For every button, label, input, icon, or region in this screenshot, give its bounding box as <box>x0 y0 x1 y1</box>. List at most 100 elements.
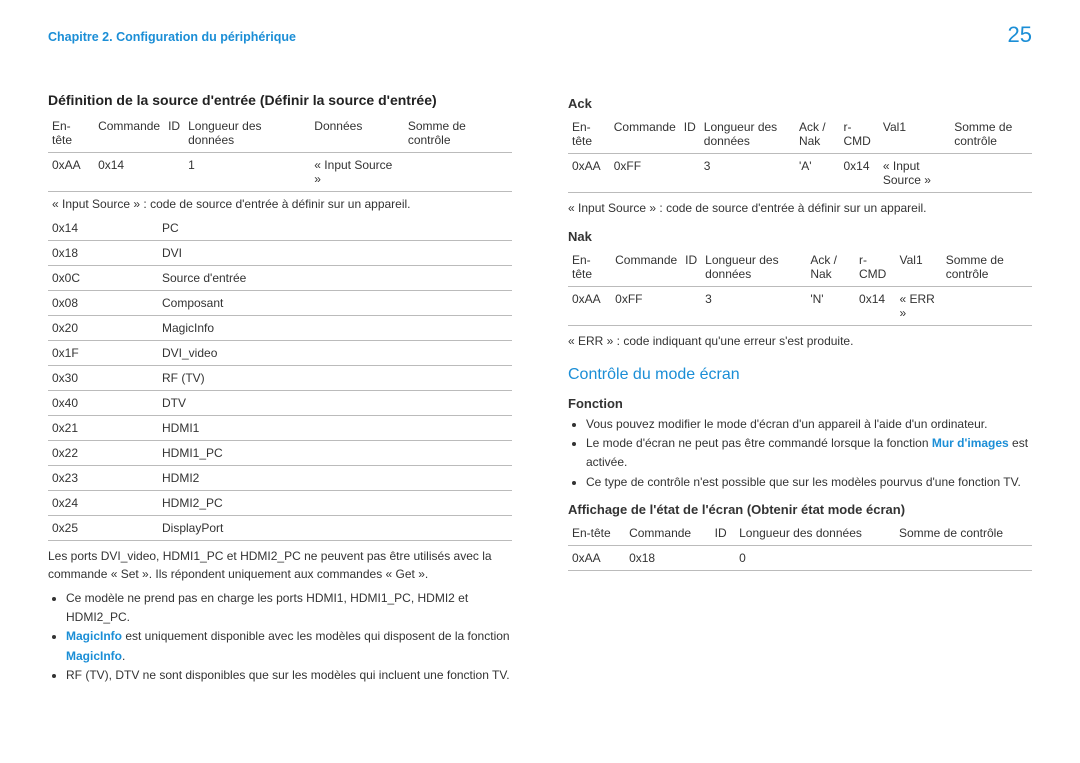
td: ID <box>680 115 700 154</box>
nak-heading: Nak <box>568 229 1032 244</box>
td-label: Composant <box>158 291 512 316</box>
td-code: 0x18 <box>48 241 158 266</box>
td-label: DisplayPort <box>158 516 512 541</box>
td-label: Source d'entrée <box>158 266 512 291</box>
td: 0xFF <box>611 287 681 326</box>
left-column: Définition de la source d'entrée (Défini… <box>48 84 512 689</box>
td <box>942 287 1032 326</box>
td: ID <box>681 248 701 287</box>
td: Commande <box>610 115 680 154</box>
td: 'N' <box>806 287 855 326</box>
td: r-CMD <box>855 248 895 287</box>
td: 1 <box>184 153 310 192</box>
td-code: 0x22 <box>48 441 158 466</box>
td: En-tête <box>568 248 611 287</box>
bullet: Ce type de contrôle n'est possible que s… <box>586 473 1032 492</box>
td-label: HDMI2_PC <box>158 491 512 516</box>
td-label: HDMI2 <box>158 466 512 491</box>
magicinfo-link[interactable]: MagicInfo <box>66 649 122 663</box>
td: Ack / Nak <box>806 248 855 287</box>
bullet: Ce modèle ne prend pas en charge les por… <box>66 589 512 627</box>
left-heading: Définition de la source d'entrée (Défini… <box>48 92 512 108</box>
th-longueur: Longueur des données <box>184 114 310 153</box>
td-label: HDMI1_PC <box>158 441 512 466</box>
th-id: ID <box>164 114 184 153</box>
td-label: HDMI1 <box>158 416 512 441</box>
td: Longueur des données <box>701 248 806 287</box>
td <box>950 154 1032 193</box>
td: Somme de contrôle <box>895 521 1032 546</box>
note-input-source: « Input Source » : code de source d'entr… <box>48 192 512 217</box>
td: 0x14 <box>855 287 895 326</box>
th-somme: Somme de contrôle <box>404 114 512 153</box>
td: 0 <box>735 545 895 570</box>
td: r-CMD <box>840 115 879 154</box>
set-input-table: En-tête Commande ID Longueur des données… <box>48 114 512 216</box>
td: 0xAA <box>568 545 625 570</box>
sources-table: 0x14PC0x18DVI0x0CSource d'entrée0x08Comp… <box>48 216 512 541</box>
bullet: Le mode d'écran ne peut pas être command… <box>586 434 1032 472</box>
bullet: Vous pouvez modifier le mode d'écran d'u… <box>586 415 1032 434</box>
td: « ERR » <box>895 287 941 326</box>
td: 0xAA <box>568 287 611 326</box>
td-code: 0x24 <box>48 491 158 516</box>
td-code: 0x25 <box>48 516 158 541</box>
td: « Input Source » <box>879 154 950 193</box>
td-label: DVI <box>158 241 512 266</box>
td <box>895 545 1032 570</box>
td-code: 0x14 <box>48 216 158 241</box>
td-code: 0x1F <box>48 341 158 366</box>
td: 'A' <box>795 154 840 193</box>
fonction-bullets: Vous pouvez modifier le mode d'écran d'u… <box>568 415 1032 492</box>
nak-table: En-têteCommandeIDLongueur des donnéesAck… <box>568 248 1032 326</box>
bullet: MagicInfo est uniquement disponible avec… <box>66 627 512 665</box>
td-label: DVI_video <box>158 341 512 366</box>
td-code: 0x21 <box>48 416 158 441</box>
td: En-tête <box>568 521 625 546</box>
ack-note: « Input Source » : code de source d'entr… <box>568 199 1032 217</box>
td: 0x18 <box>625 545 711 570</box>
td <box>711 545 735 570</box>
td: ID <box>711 521 735 546</box>
td-code: 0x0C <box>48 266 158 291</box>
td: 0x14 <box>94 153 164 192</box>
td <box>164 153 184 192</box>
td <box>680 154 700 193</box>
td-code: 0x30 <box>48 366 158 391</box>
td: Longueur des données <box>735 521 895 546</box>
td: 0x14 <box>840 154 879 193</box>
td: 3 <box>701 287 806 326</box>
td: « Input Source » <box>310 153 404 192</box>
td-label: MagicInfo <box>158 316 512 341</box>
magicinfo-link[interactable]: MagicInfo <box>66 629 122 643</box>
td: Ack / Nak <box>795 115 840 154</box>
left-bullets: Ce modèle ne prend pas en charge les por… <box>48 589 512 685</box>
td: Val1 <box>895 248 941 287</box>
td-label: DTV <box>158 391 512 416</box>
page-number: 25 <box>1008 22 1032 48</box>
right-column: Ack En-têteCommandeIDLongueur des donnée… <box>568 84 1032 689</box>
aff-heading: Affichage de l'état de l'écran (Obtenir … <box>568 502 1032 517</box>
td <box>681 287 701 326</box>
td-label: PC <box>158 216 512 241</box>
mur-images-link[interactable]: Mur d'images <box>932 436 1009 450</box>
ack-table: En-têteCommandeIDLongueur des donnéesAck… <box>568 115 1032 193</box>
td-code: 0x23 <box>48 466 158 491</box>
td-code: 0x20 <box>48 316 158 341</box>
td-label: RF (TV) <box>158 366 512 391</box>
bullet: RF (TV), DTV ne sont disponibles que sur… <box>66 666 512 685</box>
ack-heading: Ack <box>568 96 1032 111</box>
note-set-get: Les ports DVI_video, HDMI1_PC et HDMI2_P… <box>48 547 512 583</box>
td: 0xAA <box>48 153 94 192</box>
td: Longueur des données <box>700 115 795 154</box>
td-code: 0x08 <box>48 291 158 316</box>
td: Somme de contrôle <box>950 115 1032 154</box>
td: Somme de contrôle <box>942 248 1032 287</box>
th-donnees: Données <box>310 114 404 153</box>
td: 0xFF <box>610 154 680 193</box>
td: Commande <box>625 521 711 546</box>
section-mode-ecran: Contrôle du mode écran <box>568 366 1032 384</box>
nak-note: « ERR » : code indiquant qu'une erreur s… <box>568 332 1032 350</box>
td-code: 0x40 <box>48 391 158 416</box>
td: 0xAA <box>568 154 610 193</box>
